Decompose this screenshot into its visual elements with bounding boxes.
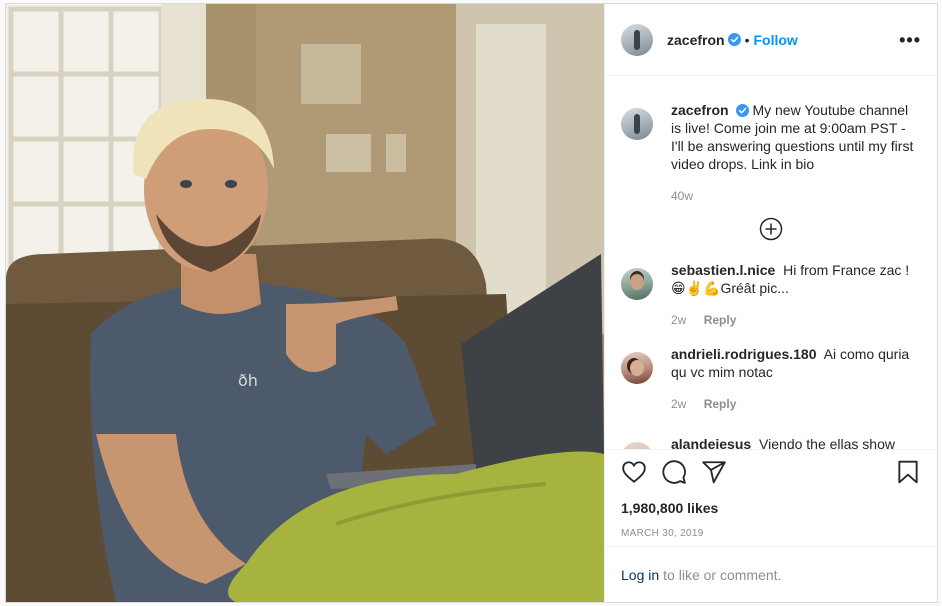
comment-age: 2w <box>671 313 687 327</box>
post-card: ðh zacefron • Follow ••• zacefron My new… <box>5 3 938 603</box>
share-icon[interactable] <box>701 459 727 485</box>
post-photo[interactable]: ðh <box>6 4 604 602</box>
comment-item: sebastien.l.nice Hi from France zac ! 😁✌… <box>621 261 921 329</box>
heart-icon[interactable] <box>621 459 647 485</box>
comment-username[interactable]: alandejesus <box>671 436 751 449</box>
caption-username[interactable]: zacefron <box>671 102 729 118</box>
comment-username[interactable]: sebastien.l.nice <box>671 262 775 278</box>
svg-text:ðh: ðh <box>238 371 258 390</box>
comment-username[interactable]: andrieli.rodrigues.180 <box>671 346 817 362</box>
comment-item: andrieli.rodrigues.180 Ai como quria qu … <box>621 345 921 413</box>
login-link[interactable]: Log in <box>621 567 659 583</box>
comment-age: 2w <box>671 397 687 411</box>
like-count[interactable]: 1,980,800 likes <box>605 500 937 516</box>
caption: zacefron My new Youtube channel is live!… <box>621 101 921 205</box>
verified-badge-icon <box>735 104 749 117</box>
reply-button[interactable]: Reply <box>704 397 737 411</box>
post-date: MARCH 30, 2019 <box>621 528 704 539</box>
load-more-comments-icon[interactable] <box>759 217 783 241</box>
login-prompt-text: to like or comment. <box>663 566 782 583</box>
caption-age: 40w <box>671 189 694 203</box>
post-photo-illustration: ðh <box>6 4 604 602</box>
comment-icon[interactable] <box>661 459 687 485</box>
avatar[interactable] <box>621 268 653 300</box>
author-username[interactable]: zacefron <box>667 32 725 48</box>
verified-badge-icon <box>727 33 741 46</box>
avatar[interactable] <box>621 23 653 56</box>
action-bar <box>605 450 937 494</box>
login-prompt: Log in to like or comment. <box>605 546 937 602</box>
follow-button[interactable]: Follow <box>753 32 797 48</box>
post-header: zacefron • Follow ••• <box>605 4 937 76</box>
post-side-panel: zacefron • Follow ••• zacefron My new Yo… <box>604 4 937 602</box>
avatar[interactable] <box>621 108 653 140</box>
separator-dot: • <box>744 31 750 48</box>
bookmark-icon[interactable] <box>895 459 921 485</box>
avatar[interactable] <box>621 352 653 384</box>
reply-button[interactable]: Reply <box>704 313 737 327</box>
comment-text: Viendo the ellas show <box>759 436 895 450</box>
avatar[interactable] <box>621 442 653 449</box>
comments-list[interactable]: zacefron My new Youtube channel is live!… <box>605 76 937 450</box>
more-options-icon[interactable]: ••• <box>899 31 921 49</box>
comment-item: alandejesus Viendo the ellas show <box>621 435 921 450</box>
